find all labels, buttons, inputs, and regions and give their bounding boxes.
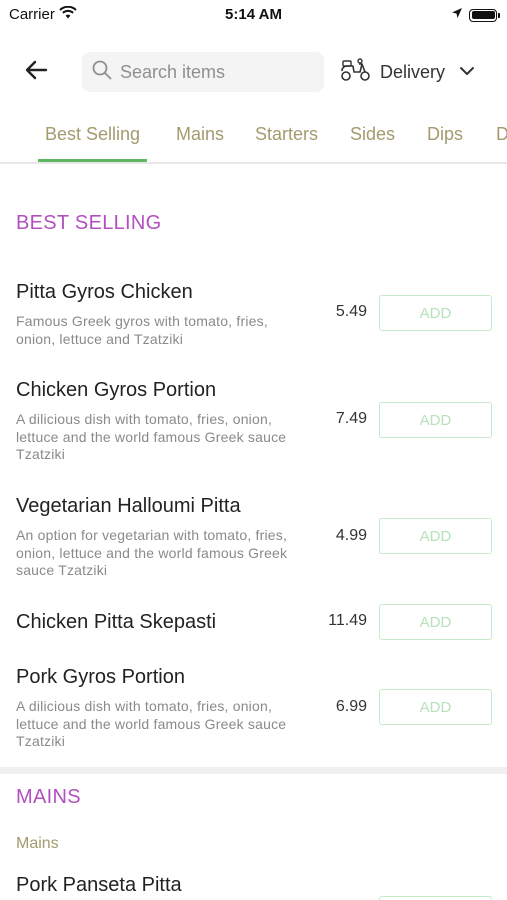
tab-sides[interactable]: Sides [350, 124, 395, 159]
add-button[interactable]: ADD [379, 402, 492, 438]
category-tabs: Best Selling Mains Starters Sides Dips D [0, 112, 507, 164]
delivery-label: Delivery [380, 61, 446, 82]
menu-item-name: Chicken Gyros Portion [16, 379, 217, 401]
section-divider [0, 767, 507, 774]
tab-mains[interactable]: Mains [176, 124, 224, 159]
location-icon [451, 6, 463, 24]
menu-item-name: Vegetarian Halloumi Pitta [16, 495, 241, 517]
add-button-partial[interactable] [379, 896, 492, 900]
status-right [451, 6, 500, 24]
menu-item-description: An option for vegetarian with tomato, fr… [16, 527, 288, 578]
menu-item-price: 5.49 [335, 303, 367, 320]
search-box[interactable] [82, 52, 324, 92]
battery-icon [469, 8, 500, 22]
subsection-label: Mains [16, 835, 59, 852]
menu-item-name: Chicken Pitta Skepasti [16, 611, 217, 633]
section-title-best-selling: BEST SELLING [16, 212, 162, 234]
add-button[interactable]: ADD [379, 604, 492, 640]
menu-item-name: Pitta Gyros Chicken [16, 281, 193, 303]
menu-item-price: 7.49 [335, 410, 367, 427]
delivery-select[interactable]: Delivery [340, 56, 475, 88]
tab-starters[interactable]: Starters [255, 124, 318, 159]
add-button[interactable]: ADD [379, 689, 492, 725]
add-button[interactable]: ADD [379, 518, 492, 554]
section-title-mains: MAINS [16, 786, 81, 808]
tab-desserts[interactable]: D [496, 124, 507, 159]
menu-item-name: Pork Panseta Pitta [16, 874, 182, 896]
menu-item-description: Famous Greek gyros with tomato, fries, o… [16, 313, 268, 347]
menu-item-description: A dilicious dish with tomato, fries, oni… [16, 411, 287, 462]
back-button[interactable] [20, 58, 52, 86]
header: Delivery [0, 46, 507, 98]
status-bar: Carrier 5:14 AM [0, 0, 507, 30]
add-button[interactable]: ADD [379, 295, 492, 331]
search-input[interactable] [120, 61, 310, 83]
menu-item-name: Pork Gyros Portion [16, 666, 185, 688]
status-time: 5:14 AM [225, 6, 282, 23]
menu-item-price: 4.99 [335, 527, 367, 544]
tab-best-selling[interactable]: Best Selling [38, 124, 148, 162]
scooter-icon [340, 57, 372, 87]
menu-item-price: 11.49 [328, 612, 367, 629]
menu-item-price: 6.99 [335, 698, 367, 715]
chevron-down-icon [459, 63, 475, 81]
search-icon [92, 60, 112, 85]
tab-dips[interactable]: Dips [427, 124, 463, 159]
arrow-left-icon [24, 60, 48, 85]
menu-item-description: A dilicious dish with tomato, fries, oni… [16, 698, 287, 749]
